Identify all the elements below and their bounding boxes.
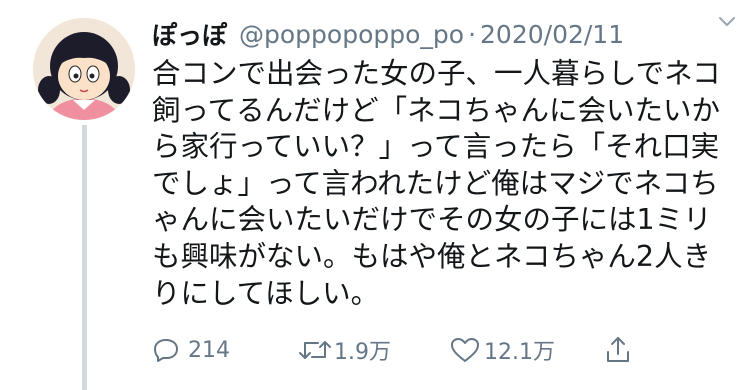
like-button[interactable]: 12.1万	[450, 330, 555, 370]
share-button[interactable]	[604, 330, 632, 370]
avatar-image	[33, 18, 135, 120]
separator-dot: ·	[468, 19, 477, 49]
reply-count: 214	[188, 337, 230, 363]
reply-button[interactable]: 214	[152, 330, 230, 370]
thread-line	[82, 125, 87, 390]
retweet-count: 1.9万	[334, 340, 391, 365]
display-name[interactable]: ぽっぽ	[152, 16, 227, 52]
avatar[interactable]	[33, 18, 135, 120]
retweet-button[interactable]: 1.9万	[298, 330, 391, 370]
user-handle[interactable]: @poppopoppo_po	[239, 20, 464, 49]
tweet-text: 合コンで出会った女の子、一人暮らしでネコ 飼ってるんだけど「ネコちゃんに会いたい…	[152, 57, 721, 310]
tweet-header: ぽっぽ @poppopoppo_po · 2020/02/11	[152, 14, 742, 54]
heart-icon	[451, 338, 479, 362]
chevron-down-icon[interactable]	[716, 10, 738, 32]
reply-icon	[154, 339, 178, 362]
like-count: 12.1万	[484, 340, 555, 365]
share-icon	[607, 337, 629, 362]
tweet-actions: 214 1.9万 12.1万	[152, 330, 742, 370]
retweet-icon	[299, 341, 331, 359]
tweet-date[interactable]: 2020/02/11	[480, 20, 624, 49]
